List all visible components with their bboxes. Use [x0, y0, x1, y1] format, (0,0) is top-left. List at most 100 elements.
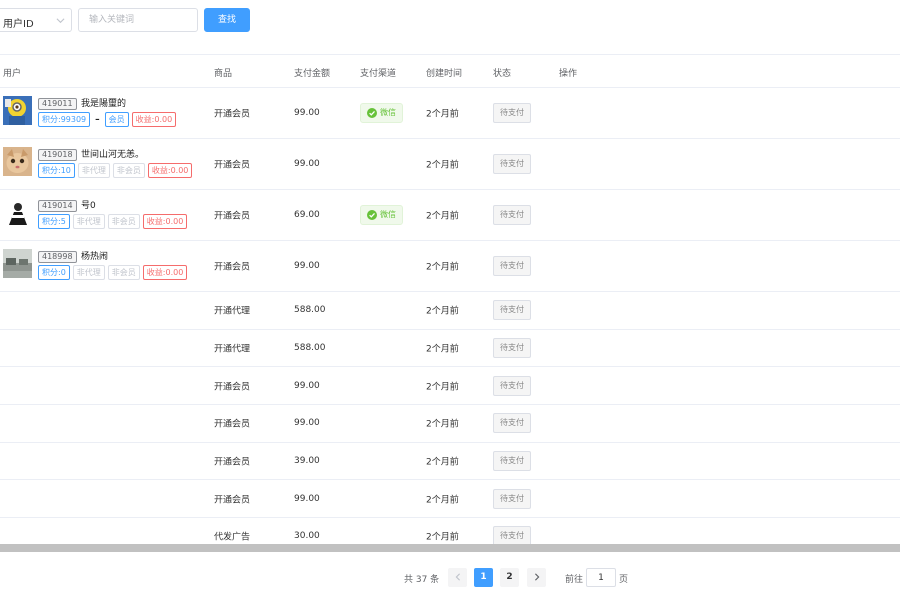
avatar-person-icon [3, 198, 32, 227]
created-cell: 2个月前 [426, 532, 459, 543]
goto-suffix: 页 [619, 575, 629, 585]
status-button[interactable]: 待支付 [493, 154, 531, 174]
user-id-badge: 419014 [38, 200, 77, 212]
amount-cell: 99.00 [294, 493, 320, 504]
avatar-minion-icon [3, 96, 32, 125]
product-cell: 开通代理 [214, 306, 251, 317]
page-2-button[interactable]: 2 [500, 568, 519, 587]
prev-page-button[interactable] [448, 568, 467, 587]
user-tag: 非会员 [107, 265, 140, 280]
user-name: 号0 [81, 201, 96, 211]
amount-cell: 30.00 [294, 531, 320, 542]
amount-cell: 39.00 [294, 456, 320, 467]
orders-table: 用户 商品 支付金额 支付渠道 创建时间 状态 操作 419011 我是陽璽的 积分… [0, 54, 900, 544]
user-tag: 积分:0 [38, 265, 70, 280]
created-cell: 2个月前 [426, 419, 459, 430]
channel-label: 微信 [380, 210, 396, 219]
user-tag: – [95, 114, 100, 125]
user-tag: 收益:0.00 [131, 112, 177, 127]
header-channel: 支付渠道 [360, 69, 397, 79]
user-tag: 非会员 [107, 214, 140, 229]
amount-cell: 99.00 [294, 418, 320, 429]
created-cell: 2个月前 [426, 344, 459, 355]
chevron-left-icon [455, 573, 460, 581]
table-row: 419018 世间山河无恙。 积分:10 非代理 非会员 收益:0.00 开通会员 99.00… [0, 139, 900, 190]
amount-cell: 99.00 [294, 108, 320, 118]
user-tag: 非代理 [72, 214, 105, 229]
status-button[interactable]: 待支付 [493, 488, 531, 509]
user-tags: 积分:5 非代理 非会员 收益:0.00 [38, 214, 188, 229]
table-row: 419011 我是陽璽的积分:99309– 会员 收益:0.00 开通会员 99.00 微信… [0, 88, 900, 139]
table-row: 开通会员 99.00 2个月前 待支付 [0, 367, 900, 406]
product-cell: 开通会员 [214, 109, 251, 120]
status-button[interactable]: 待支付 [493, 103, 531, 123]
user-name: 我是陽璽的 [81, 99, 127, 109]
user-id-badge: 419018 [38, 149, 77, 161]
product-cell: 开通会员 [214, 160, 251, 171]
status-button[interactable]: 待支付 [493, 205, 531, 225]
amount-cell: 69.00 [294, 210, 320, 220]
pagination-total: 共 37 条 [404, 575, 440, 585]
goto-page-input[interactable] [586, 568, 616, 587]
user-tag: 积分:10 [38, 163, 75, 178]
chevron-down-icon [56, 18, 65, 24]
amount-cell: 588.00 [294, 305, 326, 316]
status-button[interactable]: 待支付 [493, 300, 531, 321]
table-row: 开通会员 39.00 2个月前 待支付 [0, 443, 900, 481]
created-cell: 2个月前 [426, 495, 459, 506]
search-button[interactable]: 查找 [204, 8, 250, 32]
user-tags: 积分:0 非代理 非会员 收益:0.00 [38, 265, 188, 280]
status-button[interactable]: 待支付 [493, 375, 531, 396]
table-row: 代发广告 30.00 2个月前 待支付 [0, 518, 900, 544]
status-button[interactable]: 待支付 [493, 256, 531, 276]
user-id-badge: 418998 [38, 251, 77, 263]
product-cell: 开通会员 [214, 382, 251, 393]
goto-label: 前往 [565, 575, 584, 585]
status-button[interactable]: 待支付 [493, 338, 531, 359]
user-tag: 积分:5 [38, 214, 70, 229]
search-field-value: 用户ID [3, 19, 34, 30]
product-cell: 代发广告 [214, 532, 251, 543]
pagination: 共 37 条 1 2 前往 页 [0, 568, 900, 587]
keyword-input[interactable] [78, 8, 198, 32]
created-cell: 2个月前 [426, 109, 459, 120]
product-cell: 开通会员 [214, 457, 251, 468]
user-id-badge: 419011 [38, 98, 77, 110]
created-cell: 2个月前 [426, 382, 459, 393]
wechat-icon [367, 108, 377, 118]
amount-cell: 588.00 [294, 343, 326, 354]
status-button[interactable]: 待支付 [493, 413, 531, 434]
chevron-right-icon [534, 573, 539, 581]
status-button[interactable]: 待支付 [493, 526, 531, 544]
header-product: 商品 [214, 69, 233, 79]
status-button[interactable]: 待支付 [493, 451, 531, 472]
header-amount: 支付金额 [294, 69, 331, 79]
table-row: 开通代理 588.00 2个月前 待支付 [0, 330, 900, 368]
table-row: 419014 号0 积分:5 非代理 非会员 收益:0.00 开通会员 69.00 微信 2个月前… [0, 190, 900, 241]
header-actions: 操作 [559, 69, 578, 79]
amount-cell: 99.00 [294, 380, 320, 391]
user-tag: 非会员 [112, 163, 145, 178]
payment-channel-badge: 微信 [360, 205, 403, 225]
page-1-button[interactable]: 1 [474, 568, 493, 587]
user-name: 杨热闹 [81, 252, 109, 262]
created-cell: 2个月前 [426, 306, 459, 317]
channel-label: 微信 [380, 108, 396, 117]
header-status: 状态 [493, 69, 512, 79]
product-cell: 开通会员 [214, 495, 251, 506]
user-tag: 收益:0.00 [142, 265, 188, 280]
search-field-select[interactable]: 用户ID [0, 8, 72, 32]
table-row: 418998 杨热闹 积分:0 非代理 非会员 收益:0.00 开通会员 99.00 2个月前 待… [0, 241, 900, 292]
table-row: 开通代理 588.00 2个月前 待支付 [0, 292, 900, 330]
created-cell: 2个月前 [426, 262, 459, 273]
product-cell: 开通会员 [214, 211, 251, 222]
product-cell: 开通会员 [214, 419, 251, 430]
table-body: 419011 我是陽璽的积分:99309– 会员 收益:0.00 开通会员 99.00 微信… [0, 88, 900, 544]
created-cell: 2个月前 [426, 160, 459, 171]
avatar-landscape-icon [3, 249, 32, 278]
next-page-button[interactable] [527, 568, 546, 587]
horizontal-scrollbar[interactable] [0, 544, 900, 552]
user-name: 世间山河无恙。 [81, 150, 145, 160]
table-row: 开通会员 99.00 2个月前 待支付 [0, 480, 900, 519]
user-tags: 积分:99309– 会员 收益:0.00 [38, 112, 177, 127]
